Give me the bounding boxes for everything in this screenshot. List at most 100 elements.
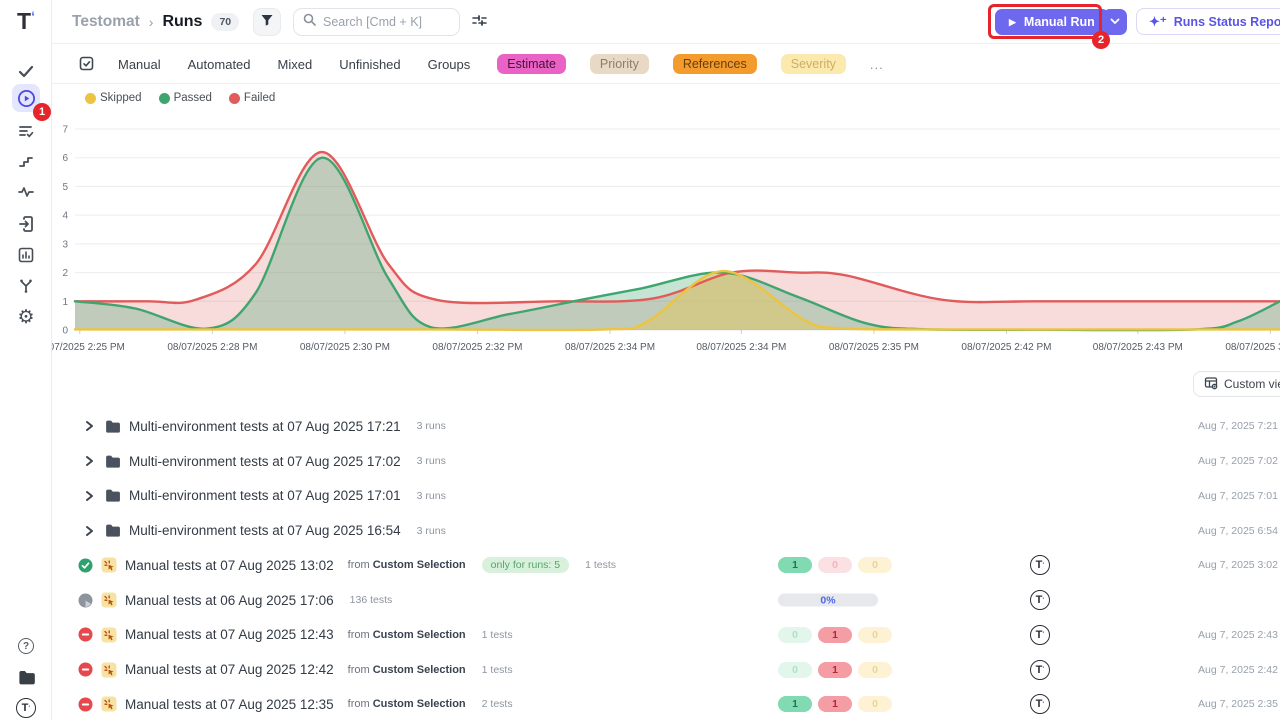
skipped-count-badge: 0 <box>858 696 892 712</box>
runs-list: Multi-environment tests at 07 Aug 2025 1… <box>52 409 1280 722</box>
run-title[interactable]: Manual tests at 07 Aug 2025 12:42 <box>125 662 334 677</box>
run-row[interactable]: Manual tests at 07 Aug 2025 12:43from Cu… <box>52 618 1280 653</box>
folder-icon <box>104 418 121 435</box>
run-title[interactable]: Manual tests at 07 Aug 2025 13:02 <box>125 558 334 573</box>
sidebar-item-pulse[interactable] <box>12 178 40 206</box>
svg-text:4: 4 <box>62 211 68 222</box>
expand-chevron-icon[interactable] <box>82 524 96 538</box>
run-group-title[interactable]: Multi-environment tests at 07 Aug 2025 1… <box>129 523 401 538</box>
search-box[interactable] <box>293 8 460 36</box>
row-main: Manual tests at 07 Aug 2025 12:42 from Cu… <box>78 652 513 687</box>
import-icon <box>17 215 35 233</box>
run-owner-avatar[interactable]: Tʻ <box>1030 694 1050 714</box>
run-source: from Custom Selection <box>348 664 466 676</box>
row-main: Manual tests at 07 Aug 2025 13:02from Cu… <box>78 548 616 583</box>
run-group-row[interactable]: Multi-environment tests at 07 Aug 2025 1… <box>52 444 1280 479</box>
runs-status-report-button[interactable]: ✦⁺ Runs Status Report <box>1136 8 1280 35</box>
sidebar-item-settings[interactable]: ⚙ <box>12 303 40 331</box>
run-title[interactable]: Manual tests at 07 Aug 2025 12:35 <box>125 697 334 712</box>
expand-chevron-icon[interactable] <box>82 419 96 433</box>
manual-run-button[interactable]: ▶ Manual Run <box>995 9 1109 35</box>
header: Testomat › Runs 70 ▶ Manual Run ✦⁺ Runs … <box>52 0 1280 44</box>
sliders-icon <box>471 16 488 33</box>
run-owner-avatar[interactable]: Tʻ <box>1030 555 1050 575</box>
run-row[interactable]: Manual tests at 07 Aug 2025 13:02from Cu… <box>52 548 1280 583</box>
manual-run-icon <box>101 627 117 643</box>
legend-item-skipped[interactable]: Skipped <box>85 92 142 104</box>
run-group-title[interactable]: Multi-environment tests at 07 Aug 2025 1… <box>129 488 401 503</box>
row-main: Multi-environment tests at 07 Aug 2025 1… <box>78 444 446 479</box>
run-row[interactable]: Manual tests at 06 Aug 2025 17:06 136 tes… <box>52 583 1280 618</box>
sidebar-item-plans[interactable] <box>12 117 40 145</box>
display-settings-button[interactable] <box>471 12 488 34</box>
svg-text:08/07/2025 2:25 PM: 08/07/2025 2:25 PM <box>52 342 125 353</box>
tab-unfinished[interactable]: Unfinished <box>339 57 400 72</box>
testomat-logo[interactable]: Tʻ <box>0 8 52 35</box>
expand-chevron-icon[interactable] <box>82 489 96 503</box>
run-count-label: 3 runs <box>417 525 446 537</box>
run-group-title[interactable]: Multi-environment tests at 07 Aug 2025 1… <box>129 454 401 469</box>
folder-icon <box>104 487 121 504</box>
run-owner-avatar[interactable]: Tʻ <box>1030 625 1050 645</box>
passed-count-badge: 1 <box>778 696 812 712</box>
status-failed-icon <box>78 697 93 712</box>
tab-groups[interactable]: Groups <box>428 57 471 72</box>
sparkles-icon: ✦⁺ <box>1149 14 1167 30</box>
status-passed-icon <box>78 558 93 573</box>
run-owner-avatar[interactable]: Tʻ <box>1030 590 1050 610</box>
legend-item-failed[interactable]: Failed <box>229 92 275 104</box>
filter-pill-estimate[interactable]: Estimate <box>497 54 566 74</box>
help-icon: ? <box>18 638 34 654</box>
gear-icon: ⚙ <box>17 308 34 327</box>
manual-run-dropdown-button[interactable] <box>1103 9 1127 35</box>
tab-manual[interactable]: Manual <box>118 57 161 72</box>
search-input[interactable] <box>323 15 450 29</box>
run-owner-avatar[interactable]: Tʻ <box>1030 660 1050 680</box>
folder-icon <box>104 453 121 470</box>
main-area: Testomat › Runs 70 ▶ Manual Run ✦⁺ Runs … <box>52 0 1280 720</box>
svg-text:1: 1 <box>62 297 68 308</box>
breadcrumb: Testomat › Runs 70 <box>72 0 239 44</box>
sidebar-item-tests[interactable] <box>12 57 40 85</box>
run-group-row[interactable]: Multi-environment tests at 07 Aug 2025 1… <box>52 479 1280 514</box>
expand-chevron-icon[interactable] <box>82 454 96 468</box>
tests-count-label: 136 tests <box>350 594 393 606</box>
stairs-icon <box>17 152 35 170</box>
more-filters-button[interactable]: ... <box>870 57 884 72</box>
sidebar-item-projects[interactable] <box>12 663 40 691</box>
tab-mixed[interactable]: Mixed <box>278 57 313 72</box>
run-group-row[interactable]: Multi-environment tests at 07 Aug 2025 1… <box>52 409 1280 444</box>
custom-view-button[interactable]: Custom view <box>1193 371 1280 397</box>
filter-pill-priority[interactable]: Priority <box>590 54 649 74</box>
bar-chart-icon <box>17 246 35 264</box>
row-main: Manual tests at 06 Aug 2025 17:06 136 tes… <box>78 583 392 618</box>
run-row[interactable]: Manual tests at 07 Aug 2025 12:42 from Cu… <box>52 652 1280 687</box>
account-avatar: Tʻ <box>16 698 36 718</box>
sidebar-item-account[interactable]: Tʻ <box>12 694 40 722</box>
svg-text:3: 3 <box>62 239 68 250</box>
sidebar-item-branches[interactable] <box>12 272 40 300</box>
sidebar-item-steps[interactable] <box>12 147 40 175</box>
run-title[interactable]: Manual tests at 06 Aug 2025 17:06 <box>125 593 334 608</box>
breadcrumb-app[interactable]: Testomat <box>72 13 140 31</box>
filter-pill-references[interactable]: References <box>673 54 757 74</box>
sidebar-item-analytics[interactable] <box>12 241 40 269</box>
svg-text:08/07/2025 2:42 PM: 08/07/2025 2:42 PM <box>961 342 1051 353</box>
tab-automated[interactable]: Automated <box>188 57 251 72</box>
run-row[interactable]: Manual tests at 07 Aug 2025 12:35from Cu… <box>52 687 1280 722</box>
filter-button[interactable] <box>253 8 281 36</box>
chevron-down-icon <box>1110 17 1120 28</box>
runs-board-icon[interactable] <box>78 55 95 77</box>
row-main: Multi-environment tests at 07 Aug 2025 1… <box>78 409 446 444</box>
run-group-row[interactable]: Multi-environment tests at 07 Aug 2025 1… <box>52 513 1280 548</box>
run-group-title[interactable]: Multi-environment tests at 07 Aug 2025 1… <box>129 419 401 434</box>
sidebar-item-help[interactable]: ? <box>12 632 40 660</box>
run-title[interactable]: Manual tests at 07 Aug 2025 12:43 <box>125 627 334 642</box>
legend-item-passed[interactable]: Passed <box>159 92 212 104</box>
sidebar-item-import[interactable] <box>12 210 40 238</box>
failed-count-badge: 0 <box>818 557 852 573</box>
status-failed-icon <box>78 627 93 642</box>
filter-pill-severity[interactable]: Severity <box>781 54 846 74</box>
list-check-icon <box>17 122 35 140</box>
skipped-count-badge: 0 <box>858 627 892 643</box>
